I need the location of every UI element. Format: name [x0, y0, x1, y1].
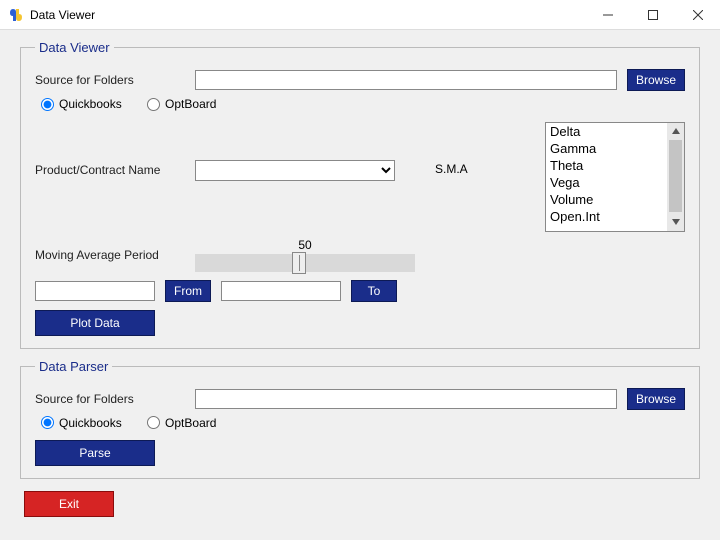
- app-window: Data Viewer Data Viewer Source for Folde…: [0, 0, 720, 540]
- data-parser-group: Data Parser Source for Folders Browse Qu…: [20, 359, 700, 480]
- listbox-scrollbar[interactable]: [667, 123, 684, 231]
- mavg-value: 50: [298, 238, 311, 252]
- from-button[interactable]: From: [165, 280, 211, 302]
- exit-button[interactable]: Exit: [24, 491, 114, 517]
- product-select[interactable]: [195, 160, 395, 181]
- mavg-slider[interactable]: [195, 254, 415, 272]
- window-title: Data Viewer: [30, 8, 585, 22]
- parser-browse-button[interactable]: Browse: [627, 388, 685, 410]
- list-item[interactable]: Gamma: [546, 140, 667, 157]
- from-input[interactable]: [35, 281, 155, 301]
- product-label: Product/Contract Name: [35, 163, 195, 177]
- parser-radio-quickbooks[interactable]: Quickbooks: [41, 416, 122, 430]
- mavg-label: Moving Average Period: [35, 248, 195, 262]
- list-item[interactable]: Volume: [546, 191, 667, 208]
- parser-radio-optboard-label: OptBoard: [165, 416, 216, 430]
- parse-button[interactable]: Parse: [35, 440, 155, 466]
- plot-data-button[interactable]: Plot Data: [35, 310, 155, 336]
- sma-listbox[interactable]: Delta Gamma Theta Vega Volume Open.Int: [545, 122, 685, 232]
- parser-radio-optboard[interactable]: OptBoard: [147, 416, 216, 430]
- mavg-slider-thumb[interactable]: [292, 252, 306, 274]
- parser-radio-optboard-input[interactable]: [147, 416, 160, 429]
- content-area: Data Viewer Source for Folders Browse Qu…: [0, 30, 720, 540]
- browse-button[interactable]: Browse: [627, 69, 685, 91]
- data-viewer-group: Data Viewer Source for Folders Browse Qu…: [20, 40, 700, 349]
- close-button[interactable]: [675, 0, 720, 29]
- sma-label: S.M.A: [435, 162, 473, 176]
- to-button[interactable]: To: [351, 280, 397, 302]
- radio-optboard-input[interactable]: [147, 98, 160, 111]
- app-icon: [8, 7, 24, 23]
- radio-optboard-label: OptBoard: [165, 97, 216, 111]
- maximize-button[interactable]: [630, 0, 675, 29]
- parser-radio-quickbooks-label: Quickbooks: [59, 416, 122, 430]
- minimize-button[interactable]: [585, 0, 630, 29]
- scroll-up-icon[interactable]: [667, 123, 684, 140]
- radio-optboard[interactable]: OptBoard: [147, 97, 216, 111]
- sma-listbox-items[interactable]: Delta Gamma Theta Vega Volume Open.Int: [546, 123, 667, 231]
- list-item[interactable]: Delta: [546, 123, 667, 140]
- data-parser-legend: Data Parser: [35, 359, 112, 374]
- source-input[interactable]: [195, 70, 617, 90]
- list-item[interactable]: Theta: [546, 157, 667, 174]
- scroll-track[interactable]: [667, 140, 684, 214]
- list-item[interactable]: Vega: [546, 174, 667, 191]
- radio-quickbooks-label: Quickbooks: [59, 97, 122, 111]
- parser-radio-quickbooks-input[interactable]: [41, 416, 54, 429]
- to-input[interactable]: [221, 281, 341, 301]
- list-item[interactable]: Open.Int: [546, 208, 667, 225]
- data-viewer-legend: Data Viewer: [35, 40, 114, 55]
- parser-source-label: Source for Folders: [35, 392, 195, 406]
- source-label: Source for Folders: [35, 73, 195, 87]
- window-controls: [585, 0, 720, 29]
- parser-source-input[interactable]: [195, 389, 617, 409]
- scroll-down-icon[interactable]: [667, 214, 684, 231]
- radio-quickbooks[interactable]: Quickbooks: [41, 97, 122, 111]
- scroll-thumb[interactable]: [669, 140, 682, 212]
- titlebar: Data Viewer: [0, 0, 720, 30]
- radio-quickbooks-input[interactable]: [41, 98, 54, 111]
